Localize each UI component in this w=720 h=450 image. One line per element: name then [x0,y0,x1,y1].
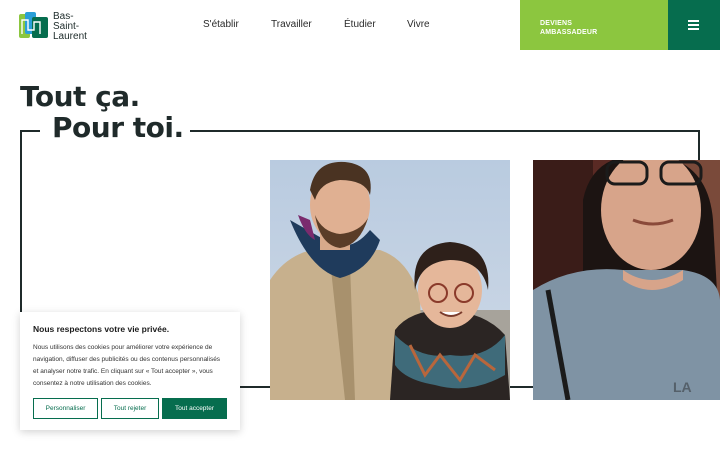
photo-woman-image: LA [533,160,720,400]
nav-item-travailler[interactable]: Travailler [271,19,312,30]
cta-line-1: DEVIENS [540,20,573,27]
nav-item-vivre[interactable]: Vivre [407,19,430,30]
accept-all-cookies-button[interactable]: Tout accepter [162,398,227,419]
cookie-consent-banner: Nous respectons votre vie privée. Nous u… [20,312,240,430]
bas-saint-laurent-logo-mark [19,12,48,38]
logo-line-3: Laurent [53,31,87,42]
svg-text:LA: LA [673,379,692,395]
site-logo[interactable]: Bas- Saint- Laurent [19,12,99,42]
menu-button[interactable] [668,0,720,50]
frame-line-top-right [190,130,700,132]
logo-wordmark: Bas- Saint- Laurent [53,12,87,42]
hero-title-line-1: Tout ça. [20,80,140,113]
photo-woman: LA [533,160,720,400]
cookie-description: Nous utilisons des cookies pour améliore… [33,344,221,387]
reject-all-cookies-button[interactable]: Tout rejeter [101,398,159,419]
frame-line-left [20,130,22,317]
frame-line-top-left [20,130,40,132]
cookie-title: Nous respectons votre vie privée. [33,324,170,334]
customize-cookies-button[interactable]: Personnaliser [33,398,98,419]
photo-couple [270,160,510,400]
nav-item-setablir[interactable]: S'établir [203,19,239,30]
hero-title-line-2: Pour toi. [52,111,184,144]
photo-couple-image [270,160,510,400]
cta-line-2: AMBASSADEUR [540,29,598,36]
become-ambassador-button[interactable]: DEVIENS AMBASSADEUR [520,0,668,50]
nav-item-etudier[interactable]: Étudier [344,19,376,30]
